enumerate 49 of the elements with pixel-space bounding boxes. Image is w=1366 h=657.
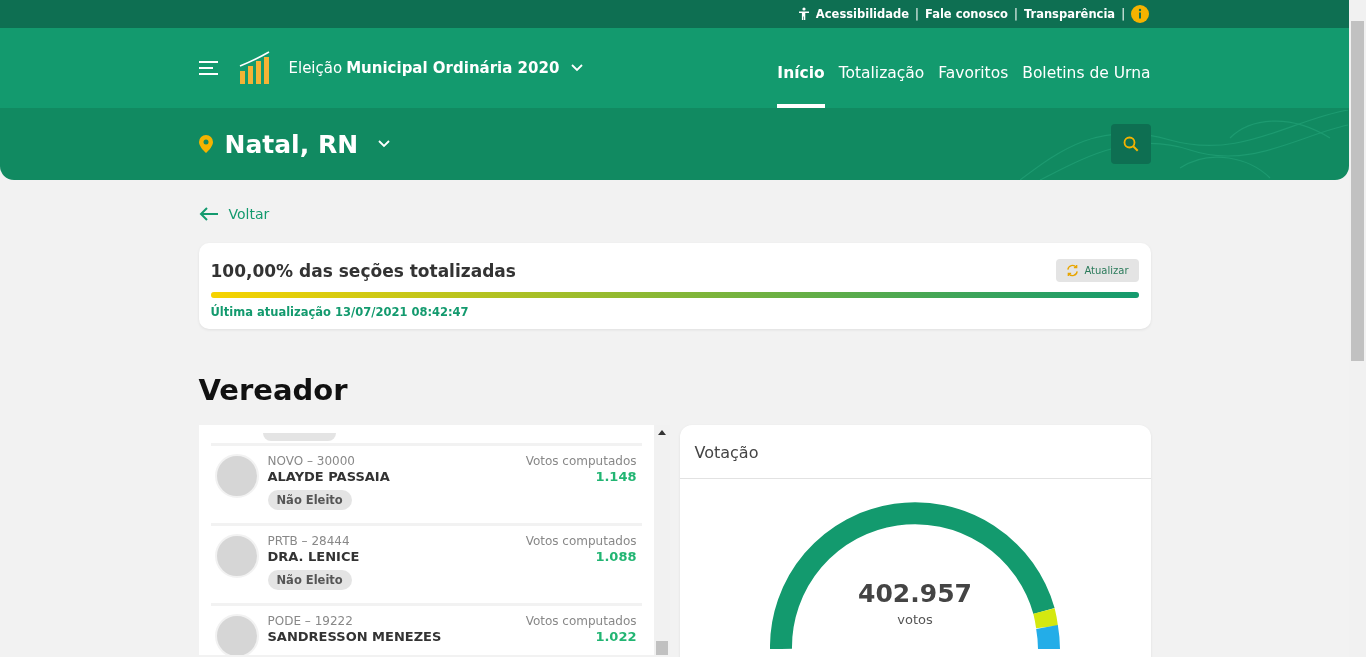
nav-tab[interactable]: Favoritos [938,28,1009,108]
party-number: NOVO – 30000 [267,454,356,468]
nav-tab[interactable]: Boletins de Urna [1022,28,1151,108]
total-votes: 402.957 [857,579,973,608]
party-number: PODE – 19222 [267,614,354,628]
chevron-down-icon [378,140,391,148]
votes-label: Votos computados [525,614,637,628]
votes-unit: votos [896,612,934,627]
arrow-left-icon [198,207,219,221]
back-link[interactable]: Voltar [198,206,270,222]
scrollbar-thumb[interactable] [655,641,668,655]
election-selector[interactable]: Eleição Municipal Ordinária 2020 [288,59,584,77]
status-badge: Não Eleito [267,490,352,510]
location-selector[interactable]: Natal, RN [198,129,391,159]
accessibility-icon[interactable] [797,7,810,21]
card-title: Votação [679,425,1151,479]
refresh-button[interactable]: Atualizar [1056,259,1139,282]
progress-title: 100,00% das seções totalizadas [210,260,516,281]
search-button[interactable] [1110,124,1151,164]
avatar-placeholder [214,454,259,498]
votes-count: 1.022 [594,629,637,644]
top-link[interactable]: Transparência [1023,7,1116,21]
top-link[interactable]: Fale conosco [924,7,1009,21]
votes-label: Votos computados [525,454,637,468]
candidate-name: DRA. LENICE [267,549,361,564]
status-badge: Não Eleito [267,570,352,590]
candidate-name: SANDRESSON MENEZES [267,629,443,644]
avatar-placeholder [214,534,259,578]
section-title: Vereador [198,373,349,407]
scroll-up-icon[interactable] [657,430,666,435]
votes-label: Votos computados [525,534,637,548]
last-update-text: Última atualização 13/07/2021 08:42:47 [210,305,470,319]
votes-count: 1.148 [594,469,637,484]
party-number: PRTB – 28444 [267,534,351,548]
votes-count: 1.088 [594,549,637,564]
candidate-name: ALAYDE PASSAIA [267,469,391,484]
avatar-placeholder [214,614,259,655]
chevron-down-icon [571,64,584,72]
menu-icon[interactable] [198,60,219,76]
refresh-icon [1066,264,1080,277]
separator: | [915,7,919,21]
nav-tab[interactable]: Totalização [838,28,925,108]
bar-chart-logo-icon [238,51,271,85]
info-icon[interactable] [1131,5,1149,23]
search-icon [1122,136,1139,152]
location-pin-icon [198,135,213,153]
separator: | [1121,7,1125,21]
separator: | [1014,7,1018,21]
top-link[interactable]: Acessibilidade [815,7,910,21]
